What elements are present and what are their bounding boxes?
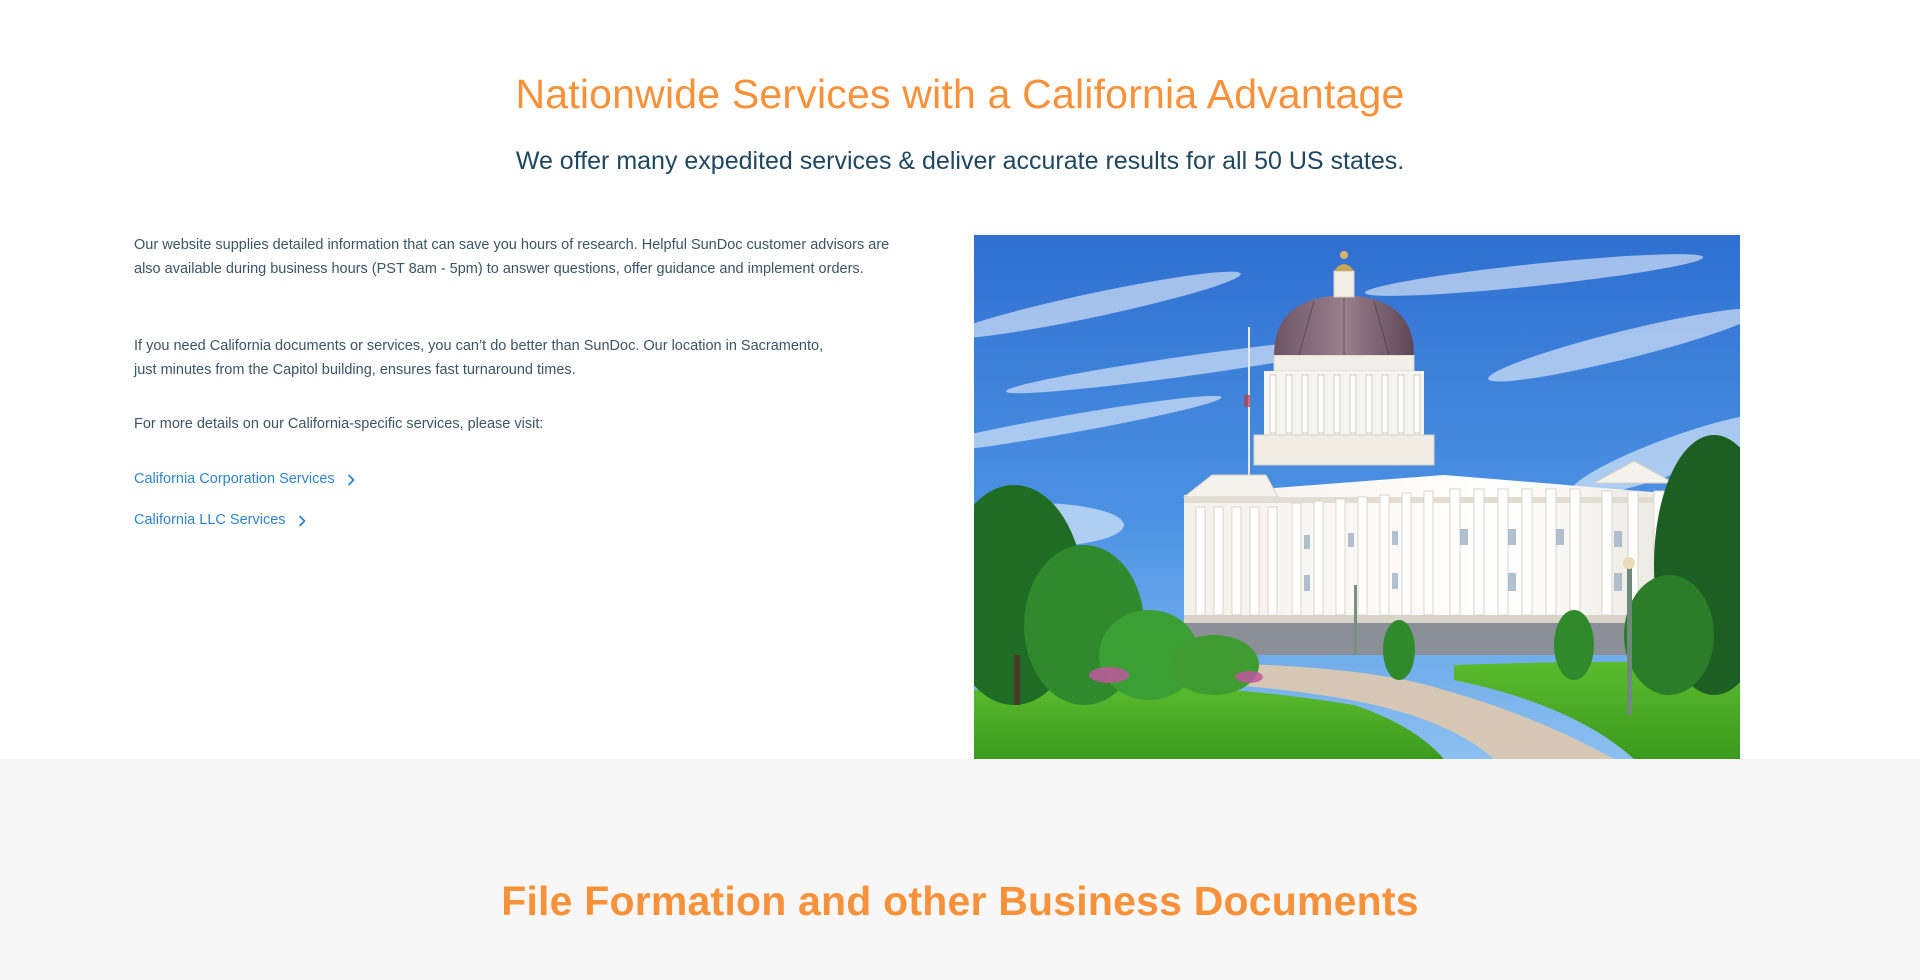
paragraph-sacramento: If you need California documents or serv… [134,338,824,378]
paragraph-research: Our website supplies detailed informatio… [134,237,890,277]
file-formation-heading: File Formation and other Business Docume… [501,878,1419,924]
capitol-building-photo [974,235,1740,759]
section-subheading: We offer many expedited services & deliv… [515,147,1405,175]
paragraph-visit: For more details on our California-speci… [134,416,544,432]
california-corporation-services-link[interactable]: California Corporation Services [134,468,358,492]
chevron-right-icon [298,515,305,527]
section-heading: Nationwide Services with a California Ad… [515,71,1405,117]
california-llc-services-link[interactable]: California LLC Services [134,509,309,533]
california-advantage-section: Nationwide Services with a California Ad… [0,0,1920,759]
file-formation-section [0,759,1920,980]
link-label: California Corporation Services [134,471,335,487]
capitol-illustration [974,235,1740,759]
link-label: California LLC Services [134,512,286,528]
chevron-right-icon [347,474,355,486]
